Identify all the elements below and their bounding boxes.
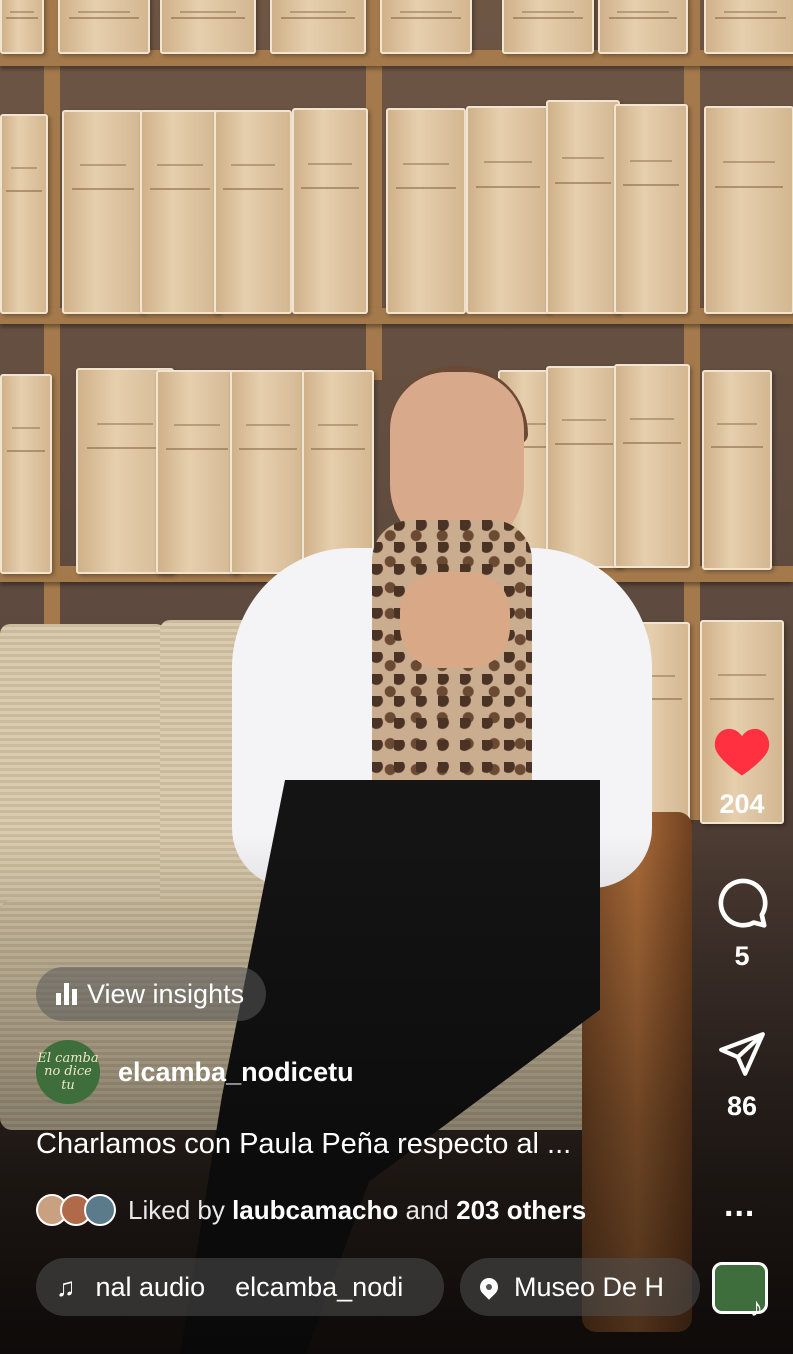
view-insights-label: View insights	[87, 978, 245, 1009]
location-label: Museo De H	[514, 1271, 665, 1302]
archive-box	[270, 0, 366, 54]
audio-label: nal audio	[95, 1271, 206, 1302]
person-hands	[400, 572, 510, 668]
archive-box	[614, 364, 690, 568]
send-icon[interactable]	[715, 1030, 769, 1080]
archive-box	[380, 0, 472, 54]
archive-box	[230, 370, 306, 574]
heart-icon[interactable]	[712, 724, 772, 778]
author-row[interactable]: El camba no dice tu elcamba_nodicetu	[36, 1040, 354, 1104]
archive-box	[466, 106, 550, 314]
archive-box	[62, 110, 144, 314]
archive-box	[614, 104, 688, 314]
like-count: 204	[719, 789, 765, 819]
audio-chip[interactable]: ♫ nal audio elcamba_nodi	[36, 1258, 444, 1316]
archive-box	[302, 370, 374, 574]
archive-box	[0, 374, 52, 574]
like-action[interactable]: 204	[708, 724, 776, 820]
archive-box	[58, 0, 150, 54]
liked-by-prefix: Liked by	[128, 1194, 225, 1225]
archive-box	[546, 366, 622, 568]
bar-chart-icon	[56, 983, 77, 1005]
archive-box	[214, 110, 292, 314]
liked-by-user[interactable]: laubcamacho	[232, 1195, 398, 1225]
music-note-icon: ♫	[56, 1271, 76, 1302]
comment-count: 5	[734, 941, 750, 971]
author-username[interactable]: elcamba_nodicetu	[118, 1057, 354, 1088]
audio-note-icon: ♪	[750, 1292, 763, 1322]
more-options-button[interactable]: ...	[724, 1186, 755, 1225]
archive-box	[292, 108, 368, 314]
comment-icon[interactable]	[713, 874, 771, 930]
archive-box	[0, 0, 44, 54]
liker-avatars	[36, 1194, 116, 1226]
archive-box	[160, 0, 256, 54]
archive-box	[704, 0, 793, 54]
archive-box	[598, 0, 688, 54]
location-chip[interactable]: Museo De H	[460, 1258, 700, 1316]
liked-by-row[interactable]: Liked by laubcamacho and 203 others	[36, 1194, 586, 1226]
share-count: 86	[726, 1091, 758, 1121]
archive-box	[702, 370, 772, 570]
share-action[interactable]: 86	[708, 1030, 776, 1122]
comment-action[interactable]: 5	[708, 874, 776, 972]
location-pin-icon	[476, 1274, 502, 1300]
archive-box	[502, 0, 594, 54]
audio-owner: elcamba_nodi	[235, 1271, 404, 1302]
view-insights-button[interactable]: View insights	[36, 967, 267, 1021]
archive-box	[386, 108, 466, 314]
archive-box	[0, 114, 48, 314]
liked-by-others[interactable]: 203 others	[456, 1195, 586, 1225]
archive-box	[156, 370, 238, 574]
archive-box	[140, 110, 220, 314]
archive-box	[546, 100, 620, 314]
archive-box	[704, 106, 793, 314]
caption-text[interactable]: Charlamos con Paula Peña respecto al ...	[36, 1128, 571, 1161]
liked-by-joiner: and	[405, 1194, 449, 1225]
author-avatar[interactable]: El camba no dice tu	[36, 1040, 100, 1104]
